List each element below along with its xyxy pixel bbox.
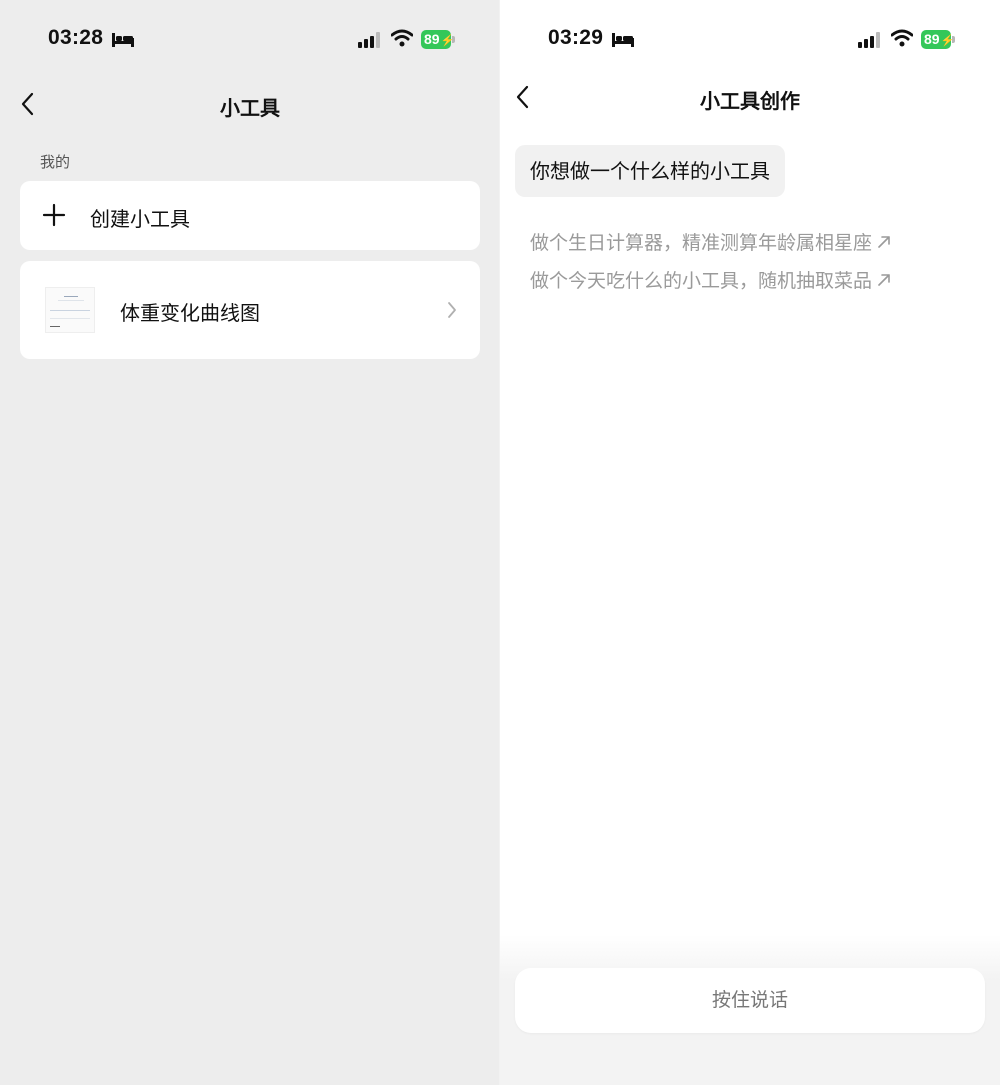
suggestion-text: 做个今天吃什么的小工具，随机抽取菜品 <box>530 270 873 292</box>
battery-level: 89 <box>924 31 940 47</box>
section-label: 我的 <box>40 153 71 171</box>
tool-thumbnail <box>45 287 95 333</box>
prompt-bubble: 你想做一个什么样的小工具 <box>515 145 785 197</box>
tool-list-screen: 03:28 89⚡ 小工具 我的 创建小工具 体重变化曲线图 <box>0 0 500 1085</box>
wifi-icon <box>891 29 913 47</box>
suggestion-text: 做个生日计算器，精准测算年龄属相星座 <box>530 232 873 254</box>
battery-level: 89 <box>424 31 440 47</box>
status-time: 03:28 <box>48 26 104 49</box>
status-bar: 03:29 89⚡ <box>500 24 1000 56</box>
tool-name: 体重变化曲线图 <box>120 301 260 325</box>
create-tool-card[interactable] <box>20 181 480 250</box>
suggestion-item[interactable]: 做个今天吃什么的小工具，随机抽取菜品 <box>530 266 891 293</box>
hold-to-talk-button[interactable]: 按住说话 <box>515 968 985 1033</box>
status-bar: 03:28 89⚡ <box>0 24 500 56</box>
plus-icon <box>42 203 66 227</box>
battery-icon: 89⚡ <box>921 30 955 49</box>
bed-icon <box>112 33 134 47</box>
page-title: 小工具 <box>220 96 280 120</box>
battery-icon: 89⚡ <box>421 30 455 49</box>
chevron-right-icon <box>448 302 456 318</box>
create-tool-button[interactable]: 创建小工具 <box>90 203 190 232</box>
wifi-icon <box>391 29 413 47</box>
signal-icon <box>858 32 880 48</box>
arrow-up-right-icon <box>878 273 890 286</box>
page-title: 小工具创作 <box>700 89 800 113</box>
status-time: 03:29 <box>548 26 604 49</box>
arrow-up-right-icon <box>878 235 890 248</box>
bed-icon <box>612 33 634 47</box>
signal-icon <box>358 32 380 48</box>
suggestion-item[interactable]: 做个生日计算器，精准测算年龄属相星座 <box>530 228 891 255</box>
